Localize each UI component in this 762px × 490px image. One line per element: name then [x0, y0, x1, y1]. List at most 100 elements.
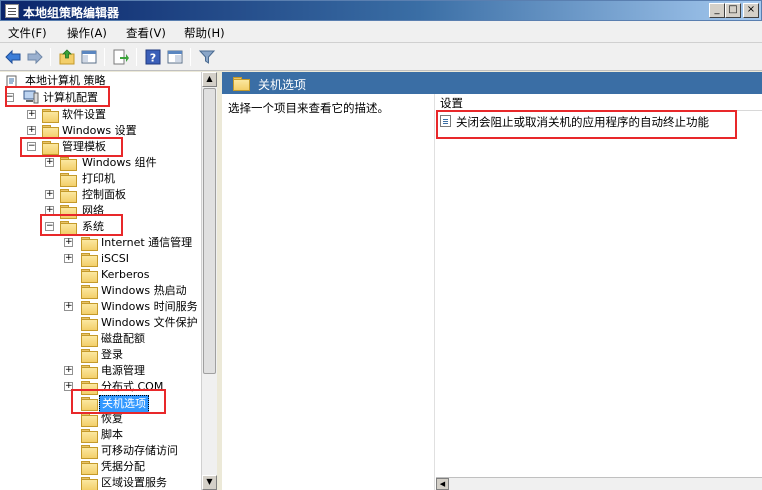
window-title: 本地组策略编辑器 [23, 6, 120, 20]
tree-item-windows-hot-start[interactable]: Windows 热启动 [64, 283, 204, 299]
folder-icon [60, 205, 77, 219]
maximize-button[interactable]: □ [725, 3, 741, 18]
folder-icon [81, 461, 98, 475]
folder-icon [81, 477, 98, 490]
tree-item-windows-settings[interactable]: + Windows 设置 [27, 123, 207, 139]
scroll-thumb[interactable] [203, 88, 216, 374]
tree-item-network[interactable]: + 网络 [45, 203, 205, 219]
folder-icon [42, 109, 59, 123]
up-folder-icon[interactable] [58, 48, 76, 66]
expand-icon[interactable]: + [64, 302, 73, 311]
tree-item-power-management[interactable]: + 电源管理 [64, 363, 204, 379]
tree-label: 计算机配置 [43, 91, 98, 104]
tree-item-disk-quota[interactable]: 磁盘配额 [64, 331, 204, 347]
tree-item-logon[interactable]: 登录 [64, 347, 204, 363]
tree-item-printers[interactable]: 打印机 [45, 171, 205, 187]
tree-item-shutdown-options[interactable]: 关机选项 [64, 395, 204, 413]
tree-label: 登录 [101, 348, 123, 361]
folder-icon [81, 413, 98, 427]
tree-label: 控制面板 [82, 188, 126, 201]
details-header: 关机选项 [222, 72, 762, 94]
tree-item-removable-storage[interactable]: 可移动存储访问 [64, 443, 204, 459]
tree-label: Internet 通信管理 [101, 236, 193, 249]
collapse-icon[interactable]: − [5, 93, 14, 102]
tree-item-windows-time[interactable]: + Windows 时间服务 [64, 299, 204, 315]
folder-icon [81, 285, 98, 299]
tree-item-kerberos[interactable]: Kerberos [64, 267, 204, 283]
expand-icon[interactable]: + [64, 382, 73, 391]
tree-item-locale-services[interactable]: 区域设置服务 [64, 475, 204, 490]
toolbar: ? [0, 43, 762, 71]
tree-scrollbar[interactable]: ▲ ▼ [201, 72, 217, 490]
tree-item-software-settings[interactable]: + 软件设置 [27, 107, 207, 123]
show-hide-tree-icon[interactable] [80, 48, 98, 66]
tree-label: 区域设置服务 [101, 476, 167, 489]
tree-label: 可移动存储访问 [101, 444, 178, 457]
tree-item-scripts[interactable]: 脚本 [64, 427, 204, 443]
tree-item-internet-comm[interactable]: + Internet 通信管理 [64, 235, 204, 251]
tree-label: 磁盘配额 [101, 332, 145, 345]
tree-item-distributed-com[interactable]: + 分布式 COM [64, 379, 204, 395]
details-title: 关机选项 [258, 78, 307, 92]
export-list-icon[interactable] [112, 48, 130, 66]
tree-label: 打印机 [82, 172, 115, 185]
tree-label: Kerberos [101, 268, 150, 281]
setting-row[interactable]: 关闭会阻止或取消关机的应用程序的自动终止功能 [436, 112, 736, 130]
tree-item-iscsi[interactable]: + iSCSI [64, 251, 204, 267]
tree-item-system[interactable]: − 系统 [45, 219, 205, 235]
scroll-up-arrow-icon[interactable]: ▲ [202, 72, 217, 87]
close-button[interactable]: × [743, 3, 759, 18]
folder-icon [60, 173, 77, 187]
expand-icon[interactable]: + [45, 190, 54, 199]
folder-icon [81, 445, 98, 459]
scroll-down-arrow-icon[interactable]: ▼ [202, 475, 217, 490]
settings-column-header[interactable]: 设置 [436, 94, 762, 111]
tree-label: 分布式 COM [101, 380, 164, 393]
collapse-icon[interactable]: − [27, 142, 36, 151]
tree-pane: 本地计算机 策略 − 计算机配置 + 软件设置 + Windows 设置 − 管… [0, 72, 217, 490]
filter-icon[interactable] [198, 48, 216, 66]
collapse-icon[interactable]: − [45, 222, 54, 231]
menu-help[interactable]: 帮助(H) [184, 25, 225, 41]
folder-icon [81, 429, 98, 443]
tree-label: 网络 [82, 204, 104, 217]
forward-arrow-icon[interactable] [26, 48, 44, 66]
expand-icon[interactable]: + [64, 254, 73, 263]
menu-action[interactable]: 操作(A) [67, 25, 107, 41]
horizontal-scrollbar[interactable]: ◀ [436, 477, 762, 490]
folder-icon [60, 221, 77, 235]
back-arrow-icon[interactable] [4, 48, 22, 66]
tree-item-recovery[interactable]: 恢复 [64, 411, 204, 427]
expand-icon[interactable]: + [27, 110, 36, 119]
folder-icon [42, 141, 59, 155]
properties-icon[interactable] [166, 48, 184, 66]
menu-view[interactable]: 查看(V) [126, 25, 166, 41]
minimize-button[interactable]: _ [709, 3, 725, 18]
help-icon[interactable]: ? [144, 48, 162, 66]
tree-item-admin-templates[interactable]: − 管理模板 [27, 139, 207, 155]
tree-label: Windows 热启动 [101, 284, 187, 297]
tree-label: iSCSI [101, 252, 129, 265]
column-divider[interactable] [434, 94, 435, 490]
tree-item-root[interactable]: 本地计算机 策略 [6, 73, 206, 89]
toolbar-separator [104, 48, 105, 66]
folder-icon [81, 333, 98, 347]
folder-icon [81, 365, 98, 379]
expand-icon[interactable]: + [27, 126, 36, 135]
tree-item-control-panel[interactable]: + 控制面板 [45, 187, 205, 203]
expand-icon[interactable]: + [64, 366, 73, 375]
tree-item-credentials-delegation[interactable]: 凭据分配 [64, 459, 204, 475]
toolbar-separator [50, 48, 51, 66]
tree-item-windows-file-protection[interactable]: Windows 文件保护 [64, 315, 204, 331]
expand-icon[interactable]: + [45, 206, 54, 215]
tree-label: Windows 时间服务 [101, 300, 198, 313]
scroll-left-arrow-icon[interactable]: ◀ [436, 478, 449, 490]
menu-file[interactable]: 文件(F) [8, 25, 47, 41]
tree-label: 脚本 [101, 428, 123, 441]
tree-item-windows-components[interactable]: + Windows 组件 [45, 155, 205, 171]
expand-icon[interactable]: + [45, 158, 54, 167]
tree-item-computer-config[interactable]: − 计算机配置 [4, 90, 204, 106]
expand-icon[interactable]: + [64, 238, 73, 247]
tree-label: 软件设置 [62, 108, 106, 121]
tree-label: 恢复 [101, 412, 123, 425]
